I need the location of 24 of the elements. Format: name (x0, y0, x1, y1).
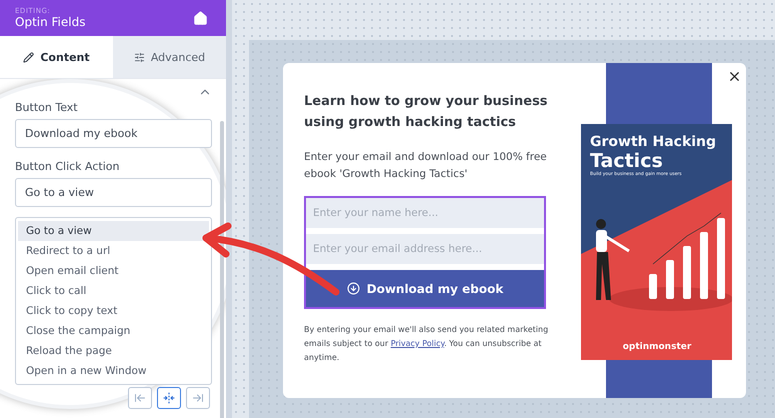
click-action-select[interactable]: Go to a view (15, 178, 212, 207)
button-text-field[interactable]: Download my ebook (15, 119, 212, 148)
dropdown-option[interactable]: Go to a view (18, 221, 209, 241)
dropdown-option[interactable]: Close the campaign (18, 321, 209, 341)
popup-heading: Learn how to grow your business using growth hacking tactics (304, 93, 549, 132)
field-label: Button Text (15, 101, 79, 114)
download-button[interactable]: Download my ebook (306, 270, 544, 307)
name-field[interactable]: Enter your name here... (306, 198, 544, 228)
dropdown-option[interactable]: Open in a new Window (18, 361, 209, 381)
field-label: Button Click Action (15, 160, 120, 173)
book-title: Tactics (590, 150, 664, 172)
email-field[interactable]: Enter your email address here... (306, 234, 544, 264)
tab[interactable]: Advanced (113, 36, 226, 78)
dropdown-option[interactable]: Click to copy text (18, 301, 209, 321)
book-logo: optinmonster (622, 342, 692, 352)
dropdown-option[interactable]: Click to call (18, 281, 209, 301)
book-title: Growth Hacking (590, 134, 718, 150)
panel-title: Optin Fields (15, 15, 86, 29)
popup-text: Enter your email and download our 100% free ebook 'Growth Hacking Tactics' (304, 150, 548, 182)
disclaimer-text: By entering your email we'll also send you related marketing emails subject to our Privacy Policy. You can unsubscribe at anytime. (304, 324, 550, 364)
dropdown-option[interactable]: Open email client (18, 261, 209, 281)
dropdown-option[interactable]: Redirect to a url (18, 241, 209, 261)
dropdown-option[interactable]: Reload the page (18, 341, 209, 361)
privacy-policy-link[interactable]: Privacy Policy (390, 339, 444, 348)
